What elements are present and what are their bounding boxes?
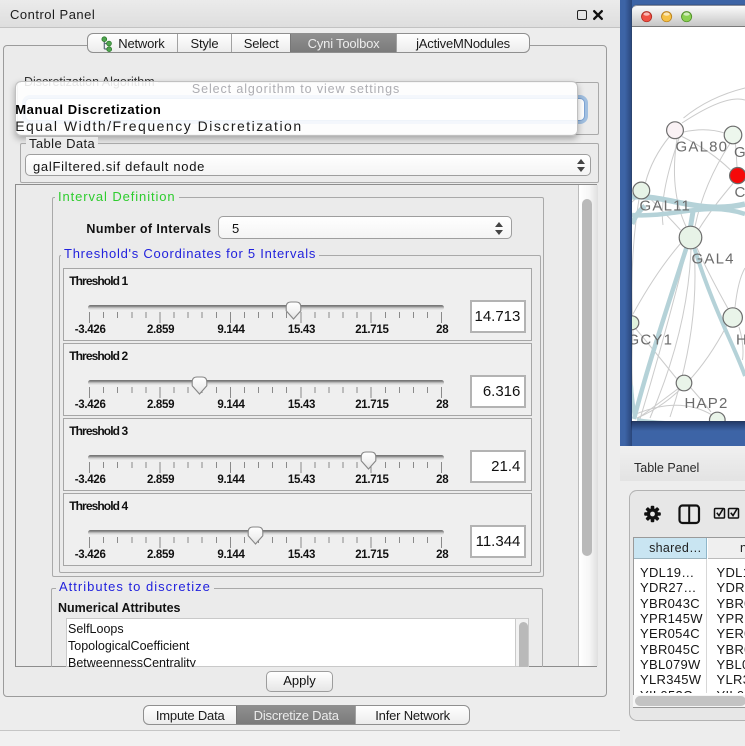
svg-text:GAL11: GAL11: [640, 198, 692, 215]
svg-text:HAP2: HAP2: [685, 395, 729, 412]
svg-text:GAL4: GAL4: [692, 251, 735, 268]
svg-text:GAL80: GAL80: [676, 139, 729, 156]
svg-text:H: H: [736, 332, 745, 349]
svg-text:G.: G.: [734, 144, 745, 161]
svg-text:C: C: [735, 184, 745, 201]
svg-text:GCY1: GCY1: [632, 332, 673, 349]
